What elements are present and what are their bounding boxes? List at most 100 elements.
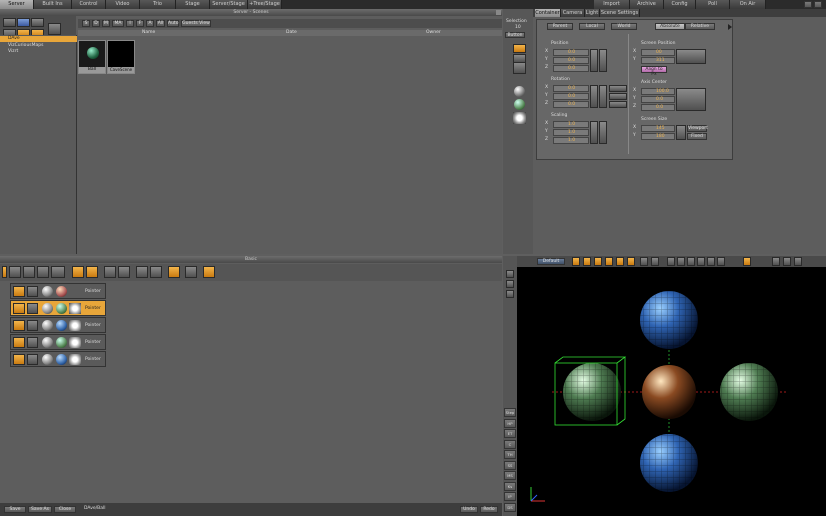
tab-import[interactable]: Import [594,0,630,9]
marker-icon[interactable] [651,257,659,266]
play-icon[interactable] [594,257,602,266]
pointer-icon[interactable] [27,286,38,297]
tree-tool-12-icon[interactable] [168,266,180,278]
side-tool-2-icon[interactable] [506,280,514,288]
step-back-icon[interactable] [583,257,591,266]
tab-trio[interactable]: Trio [140,0,176,9]
filter-s[interactable]: S [82,20,90,27]
axis-z-field[interactable]: 0.0 [641,104,675,111]
pointer-icon[interactable] [27,320,38,331]
filter-guests-view[interactable]: Guests View [181,20,211,27]
material-icon[interactable] [42,286,53,297]
spos-stepper-icon[interactable] [676,49,706,64]
pointer-icon[interactable] [27,354,38,365]
light-burst-icon[interactable] [513,112,526,124]
rot-z-field[interactable]: 0.0 [553,101,589,108]
sphere-center-rust[interactable] [642,365,696,419]
tab-video[interactable]: Video [106,0,140,9]
side-button[interactable]: Ks [504,481,516,491]
camera-icon[interactable] [13,320,25,331]
undo-button[interactable]: Undo [460,506,478,513]
folder-item-vizrt[interactable]: Vizrt [0,49,77,55]
side-button[interactable]: IP [504,492,516,501]
save-as-button[interactable]: Save As [28,506,52,513]
tree-tool-8-icon[interactable] [104,266,116,278]
texture-icon[interactable] [56,354,67,365]
refresh-icon[interactable] [48,23,61,35]
side-button[interactable]: ET [504,429,516,438]
tab-container[interactable]: Container [535,9,561,17]
camera-icon[interactable] [13,303,25,314]
play-back-icon[interactable] [572,257,580,266]
pos-z-field[interactable]: 0.0 [553,65,589,72]
tab-camera[interactable]: Camera [561,9,585,17]
render-mode-icon[interactable] [717,257,725,266]
camera-select[interactable]: Default [537,258,565,265]
tree-row[interactable]: Pointer [10,351,106,367]
scale-x-field[interactable]: 1.0 [553,121,589,128]
ssize-x-field[interactable]: 145 [641,125,675,132]
tree-tool-4-icon[interactable] [37,266,49,278]
material-icon[interactable] [42,337,53,348]
col-date[interactable]: Date [286,30,297,36]
axis-stepper-icon[interactable] [676,88,706,111]
rot-y-field[interactable]: 0.0 [553,93,589,100]
safe-area-icon[interactable] [697,257,705,266]
filter-a[interactable]: A [146,20,154,27]
light-icon[interactable] [69,354,81,365]
ssize-stepper-icon[interactable] [676,125,686,140]
server-tool-3-icon[interactable] [31,18,44,27]
tab-poll[interactable]: Poll [696,0,730,9]
tree-tool-1-icon[interactable] [2,266,7,278]
rot-x-field[interactable]: 0.0 [553,85,589,92]
tree-row[interactable]: Pointer [10,283,106,299]
scale-y-field[interactable]: 1.0 [553,129,589,136]
filter-all[interactable]: All [156,20,165,27]
viewport-button[interactable]: Viewport [687,125,708,132]
tab-on-air[interactable]: On Air [730,0,766,9]
filter-i[interactable]: I [126,20,134,27]
view-option-3-icon[interactable] [794,257,802,266]
absolute-button[interactable]: Absolute [655,23,685,30]
expand-arrow-icon[interactable] [728,24,732,30]
rot-stepper-icon[interactable] [590,85,598,108]
server-tool-1-icon[interactable] [3,18,16,27]
axis-x-field[interactable]: 100.0 [641,88,675,95]
tree-row[interactable]: Pointer [10,317,106,333]
sphere-top-blue[interactable] [640,291,698,349]
texture-icon[interactable] [56,303,67,314]
zoom-in-icon[interactable] [72,266,84,278]
tab-scene-settings[interactable]: Scene Settings [600,9,640,17]
bbox-toggle-icon[interactable] [687,257,695,266]
tree-tool-14-icon[interactable] [203,266,215,278]
view-option-2-icon[interactable] [783,257,791,266]
scale-z-field[interactable]: 1.0 [553,137,589,144]
minimize-button[interactable] [804,1,812,8]
tab-server-stage[interactable]: Server/Stage [210,0,248,9]
spos-x-field[interactable]: 00 [641,49,675,56]
side-button[interactable]: Step [504,408,516,417]
tree-tool-9-icon[interactable] [118,266,130,278]
tree-tool-11-icon[interactable] [150,266,162,278]
side-tool-3-icon[interactable] [506,290,514,298]
rot-extra-z-icon[interactable] [609,101,627,108]
relative-button[interactable]: Relative [685,23,715,30]
server-scroll-icon[interactable] [496,10,501,15]
pointer-icon[interactable] [27,337,38,348]
texture-icon[interactable] [56,337,67,348]
side-button[interactable]: SS [504,460,516,470]
tab-config[interactable]: Config [664,0,696,9]
align-to-px-button[interactable]: Align to Px [641,66,667,77]
col-owner[interactable]: Owner [426,30,441,36]
camera-icon[interactable] [13,286,25,297]
filter-m[interactable]: M [102,20,110,27]
folder-item-dave[interactable]: DAve [0,36,77,42]
scale-lock-icon[interactable] [599,121,607,144]
sphere-bottom-blue[interactable] [640,434,698,492]
tree-tool-5-icon[interactable] [51,266,65,278]
tab-stage[interactable]: Stage [176,0,210,9]
thumb-cavescene[interactable]: CaveScene [107,40,135,74]
side-button[interactable]: DS [504,502,516,512]
texture-icon[interactable] [56,286,67,297]
tab-server[interactable]: Server [0,0,34,9]
